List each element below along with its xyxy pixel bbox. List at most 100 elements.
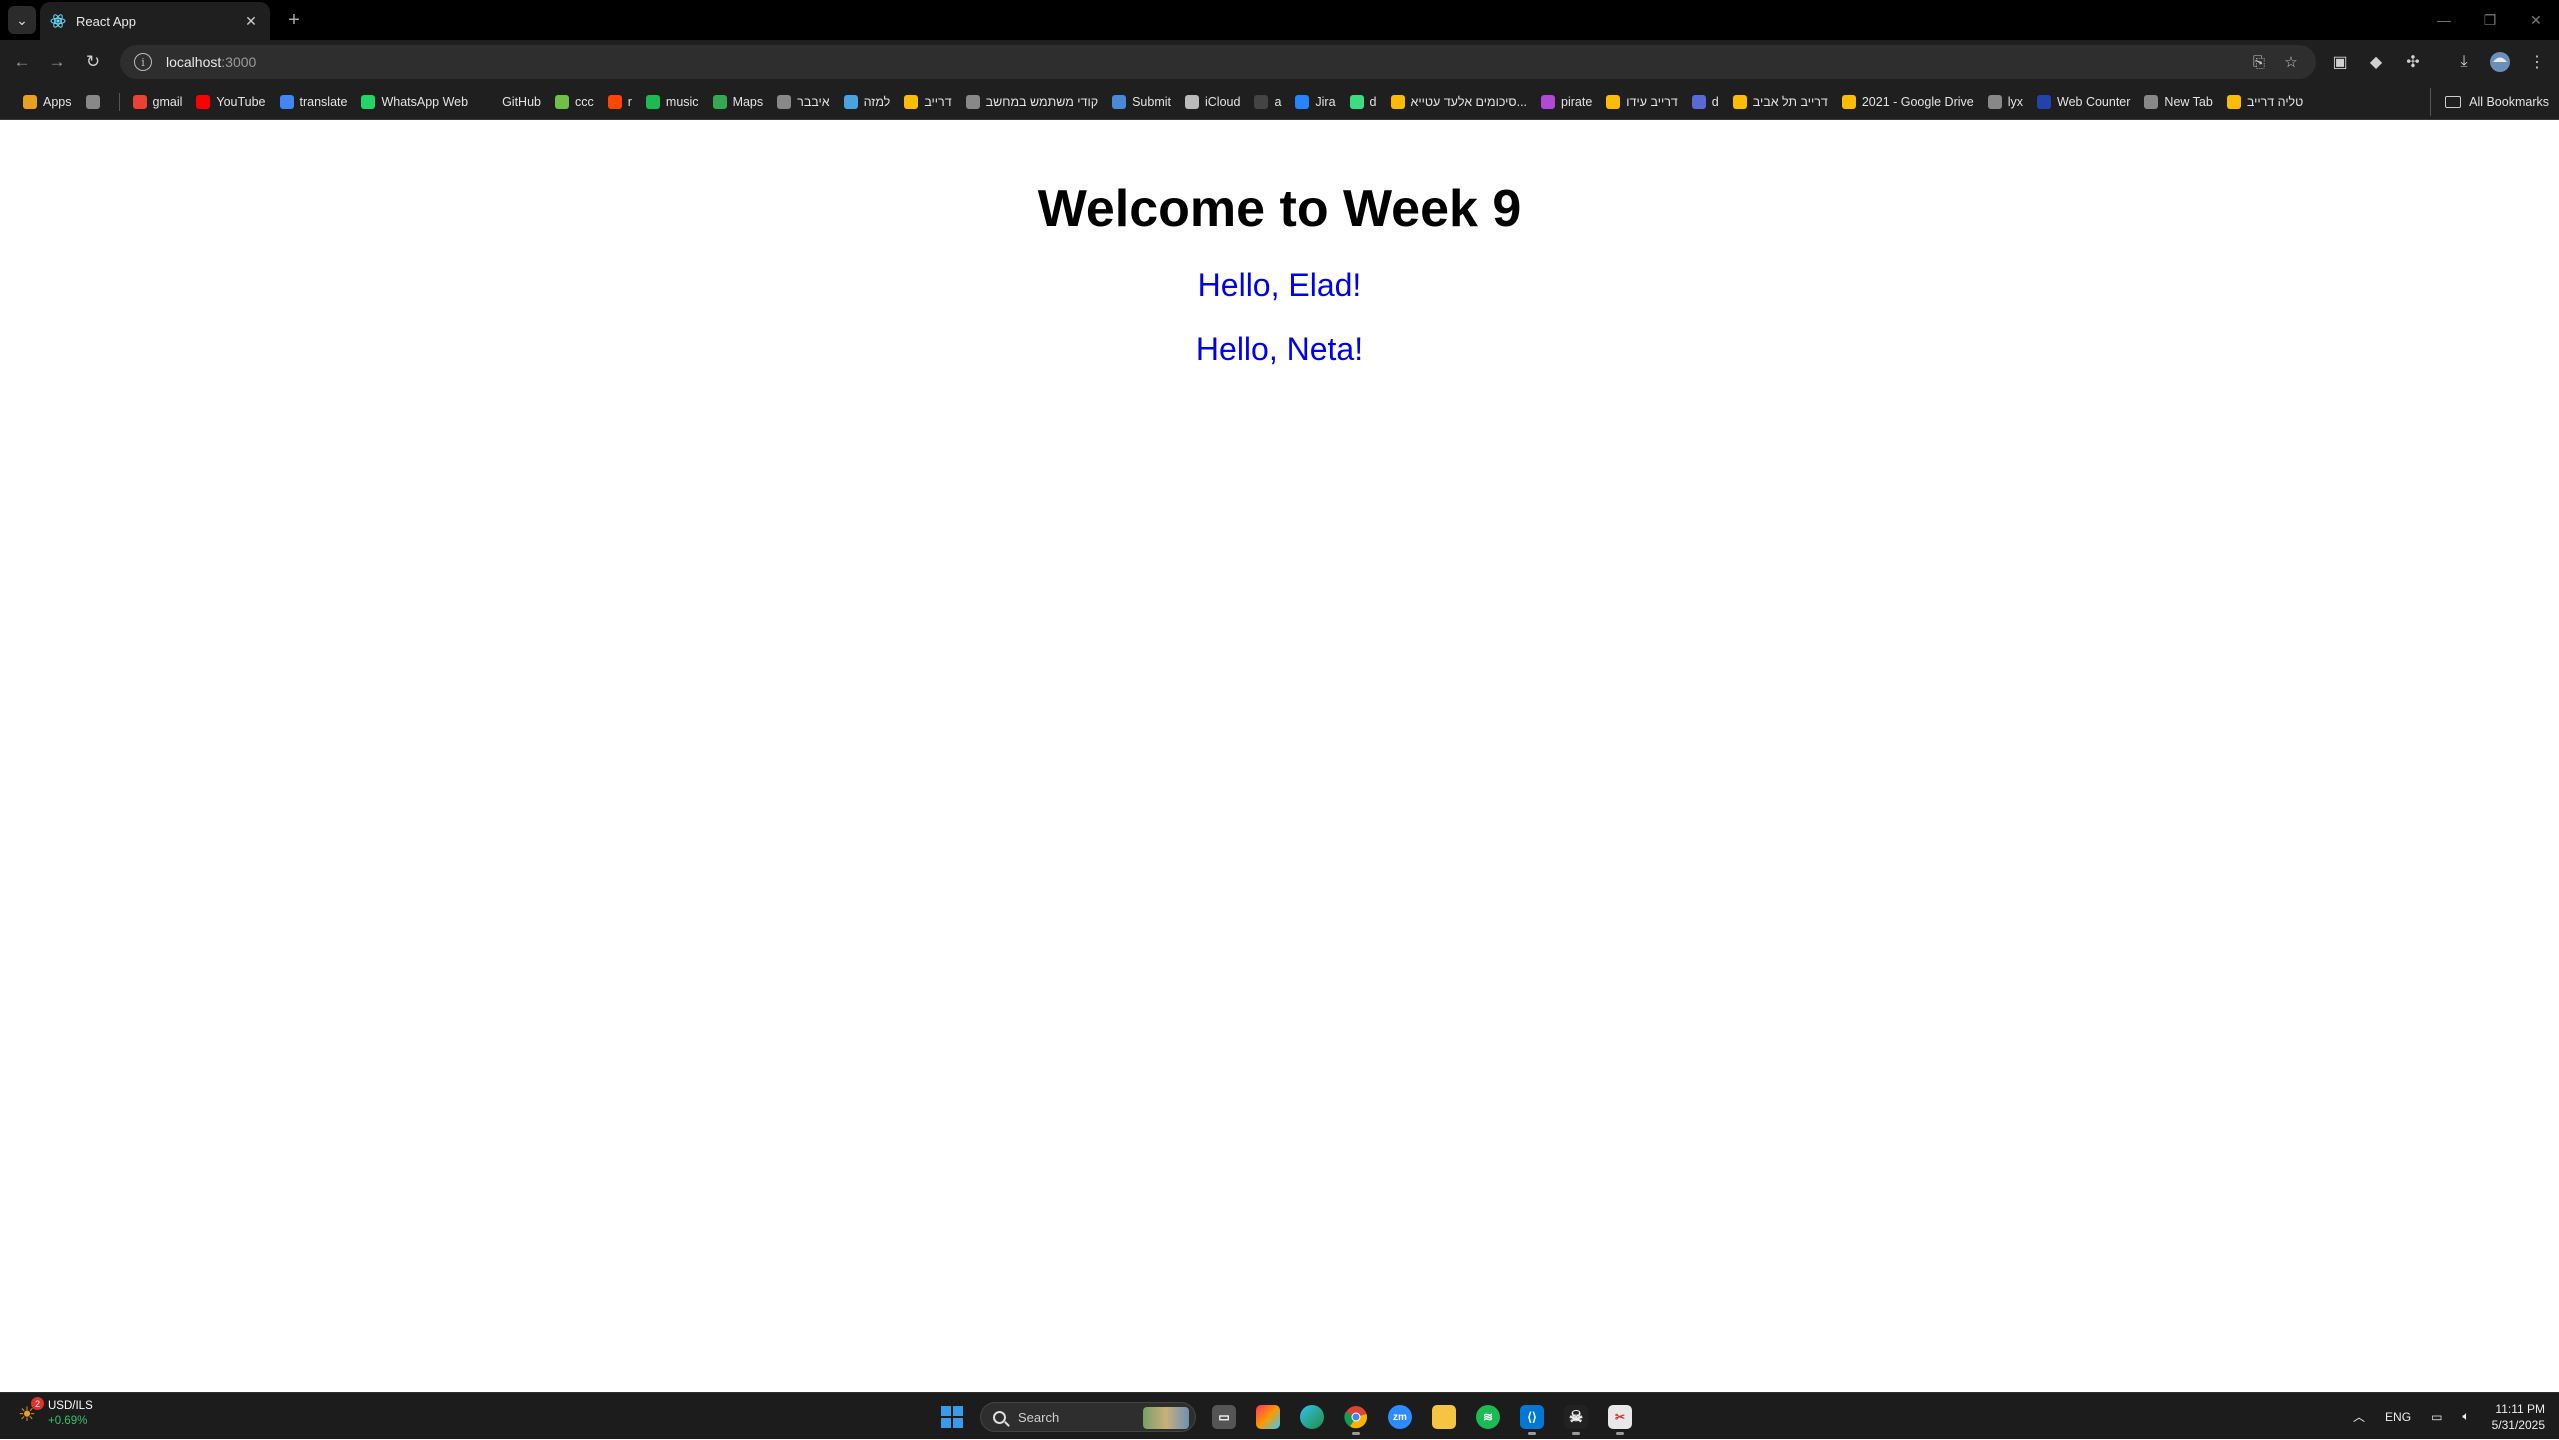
bookmark-item[interactable]: WhatsApp Web bbox=[354, 88, 475, 116]
bookmark-item[interactable]: music bbox=[639, 88, 706, 116]
bookmark-label: pirate bbox=[1561, 94, 1593, 109]
bookmark-item[interactable]: דרייב עידו bbox=[1599, 88, 1685, 116]
edge-button[interactable] bbox=[1293, 1398, 1331, 1436]
snipping-tool-button[interactable]: ✂ bbox=[1601, 1398, 1639, 1436]
bookmark-item[interactable]: דרייב תל אביב bbox=[1726, 88, 1835, 116]
bookmark-label: a bbox=[1274, 94, 1282, 109]
bookmark-item[interactable] bbox=[79, 88, 113, 116]
minimize-icon[interactable]: — bbox=[2421, 0, 2467, 40]
bookmark-item[interactable]: GitHub bbox=[475, 88, 548, 116]
bookmark-item[interactable]: איבבר bbox=[770, 88, 836, 116]
chrome-button[interactable] bbox=[1337, 1398, 1375, 1436]
language-indicator[interactable]: ENG bbox=[2385, 1410, 2411, 1424]
jira-icon bbox=[1295, 94, 1310, 109]
bookmark-item[interactable]: translate bbox=[273, 88, 355, 116]
volume-icon[interactable]: 🔈︎ bbox=[2462, 1409, 2469, 1424]
downloads-icon[interactable]: ⤓ bbox=[2450, 48, 2478, 76]
bookmark-item[interactable]: Apps bbox=[16, 88, 79, 116]
bookmark-item[interactable]: d bbox=[1343, 88, 1384, 116]
bookmark-item[interactable]: דרייב bbox=[897, 88, 958, 116]
bookmark-label: למזה bbox=[863, 94, 891, 109]
taskbar-search[interactable]: Search bbox=[980, 1402, 1196, 1432]
bookmark-label: New Tab bbox=[2164, 94, 2213, 109]
install-app-icon[interactable]: ⎘ bbox=[2246, 49, 2272, 75]
spotify-button[interactable]: ≋ bbox=[1469, 1398, 1507, 1436]
tab-groups-icon bbox=[85, 94, 100, 109]
bookmark-item[interactable]: lyx bbox=[1981, 88, 2030, 116]
bookmark-star-icon[interactable]: ☆ bbox=[2278, 49, 2304, 75]
running-indicator bbox=[1616, 1432, 1624, 1435]
bookmark-item[interactable]: Maps bbox=[706, 88, 771, 116]
bookmark-label: Submit bbox=[1132, 94, 1171, 109]
bookmark-item[interactable]: Web Counter bbox=[2030, 88, 2137, 116]
site-info-icon[interactable]: i bbox=[134, 53, 152, 71]
bookmark-item[interactable]: d bbox=[1685, 88, 1726, 116]
bookmark-item[interactable]: Jira bbox=[1288, 88, 1342, 116]
chevron-up-icon[interactable]: ︿ bbox=[2353, 1408, 2365, 1425]
bars-icon bbox=[1691, 94, 1706, 109]
gmail-icon bbox=[132, 94, 147, 109]
zoom-icon: zm bbox=[1388, 1405, 1412, 1429]
bookmark-item[interactable]: r bbox=[601, 88, 639, 116]
task-view-button[interactable]: ▭ bbox=[1205, 1398, 1243, 1436]
new-tab-button[interactable]: + bbox=[282, 8, 306, 32]
bookmark-item[interactable]: gmail bbox=[126, 88, 190, 116]
running-indicator bbox=[1528, 1432, 1536, 1435]
skull-app-button[interactable]: ☠ bbox=[1557, 1398, 1595, 1436]
all-bookmarks-button[interactable]: All Bookmarks bbox=[2430, 88, 2549, 116]
bookmark-item[interactable]: טליה דרייב bbox=[2220, 88, 2311, 116]
vscode-button[interactable]: ⟨⟩ bbox=[1513, 1398, 1551, 1436]
window-close-icon[interactable]: ✕ bbox=[2513, 0, 2559, 40]
search-icon bbox=[993, 1410, 1006, 1424]
bookmark-item[interactable]: a bbox=[1247, 88, 1288, 116]
bookmark-item[interactable]: pirate bbox=[1534, 88, 1599, 116]
menu-kebab-icon[interactable]: ⋮ bbox=[2523, 48, 2551, 76]
currency-widget[interactable]: ☀ 2 USD/ILS +0.69% bbox=[14, 1397, 93, 1429]
network-icon[interactable]: ▭ bbox=[2431, 1410, 2442, 1424]
bookmark-item[interactable]: YouTube bbox=[189, 88, 272, 116]
extension-square-icon[interactable]: ▣ bbox=[2326, 48, 2354, 76]
bookmark-item[interactable]: למזה bbox=[837, 88, 898, 116]
folder-icon bbox=[1432, 1405, 1456, 1429]
skull-icon: ☠ bbox=[1564, 1405, 1588, 1429]
bookmark-item[interactable]: קודי משתמש במחשב bbox=[959, 88, 1105, 116]
tab-search-chevron-icon[interactable]: ⌄ bbox=[8, 6, 36, 34]
tab-close-icon[interactable]: ✕ bbox=[242, 12, 260, 30]
bookmark-item[interactable]: סיכומים אלעד עטייא... bbox=[1384, 88, 1535, 116]
greeting-text: Hello, Elad! bbox=[1197, 267, 1362, 303]
bookmark-item[interactable]: 2021 - Google Drive bbox=[1835, 88, 1981, 116]
bookmark-separator bbox=[118, 92, 120, 111]
restore-icon[interactable]: ❐ bbox=[2467, 0, 2513, 40]
vscode-icon: ⟨⟩ bbox=[1520, 1405, 1544, 1429]
copilot-button[interactable] bbox=[1249, 1398, 1287, 1436]
bookmark-item[interactable]: Submit bbox=[1105, 88, 1178, 116]
extensions-puzzle-icon[interactable]: ✣ bbox=[2399, 48, 2427, 76]
start-button[interactable] bbox=[933, 1398, 971, 1436]
browser-tab-active[interactable]: React App ✕ bbox=[40, 2, 270, 40]
bookmark-label: Maps bbox=[732, 94, 764, 109]
system-clock[interactable]: 11:11 PM 5/31/2025 bbox=[2492, 1401, 2545, 1433]
bookmark-item[interactable]: New Tab bbox=[2137, 88, 2219, 116]
bookmark-item[interactable]: ccc bbox=[548, 88, 601, 116]
address-bar[interactable]: i localhost:3000 bbox=[120, 45, 2316, 79]
spotify-icon bbox=[645, 94, 660, 109]
extension-tag-icon[interactable]: ◆ bbox=[2362, 48, 2390, 76]
react-icon bbox=[50, 13, 66, 29]
upload-icon bbox=[1112, 94, 1127, 109]
back-button[interactable]: ← bbox=[8, 48, 36, 76]
wave-icon bbox=[843, 94, 858, 109]
spotify-icon: ≋ bbox=[1476, 1405, 1500, 1429]
drive-icon bbox=[2226, 94, 2241, 109]
address-host: localhost bbox=[166, 54, 222, 70]
reload-button[interactable]: ↻ bbox=[79, 48, 107, 76]
bookmark-item[interactable]: iCloud bbox=[1178, 88, 1247, 116]
file-explorer-button[interactable] bbox=[1425, 1398, 1463, 1436]
profile-avatar-icon[interactable] bbox=[2486, 48, 2514, 76]
address-port: :3000 bbox=[221, 54, 257, 70]
ipi-icon bbox=[2037, 94, 2051, 109]
bookmark-label: WhatsApp Web bbox=[381, 94, 469, 109]
zoom-button[interactable]: zm bbox=[1381, 1398, 1419, 1436]
bookmark-label: קודי משתמש במחשב bbox=[985, 94, 1099, 109]
drive-icon bbox=[904, 94, 919, 109]
forward-button[interactable]: → bbox=[43, 48, 71, 76]
